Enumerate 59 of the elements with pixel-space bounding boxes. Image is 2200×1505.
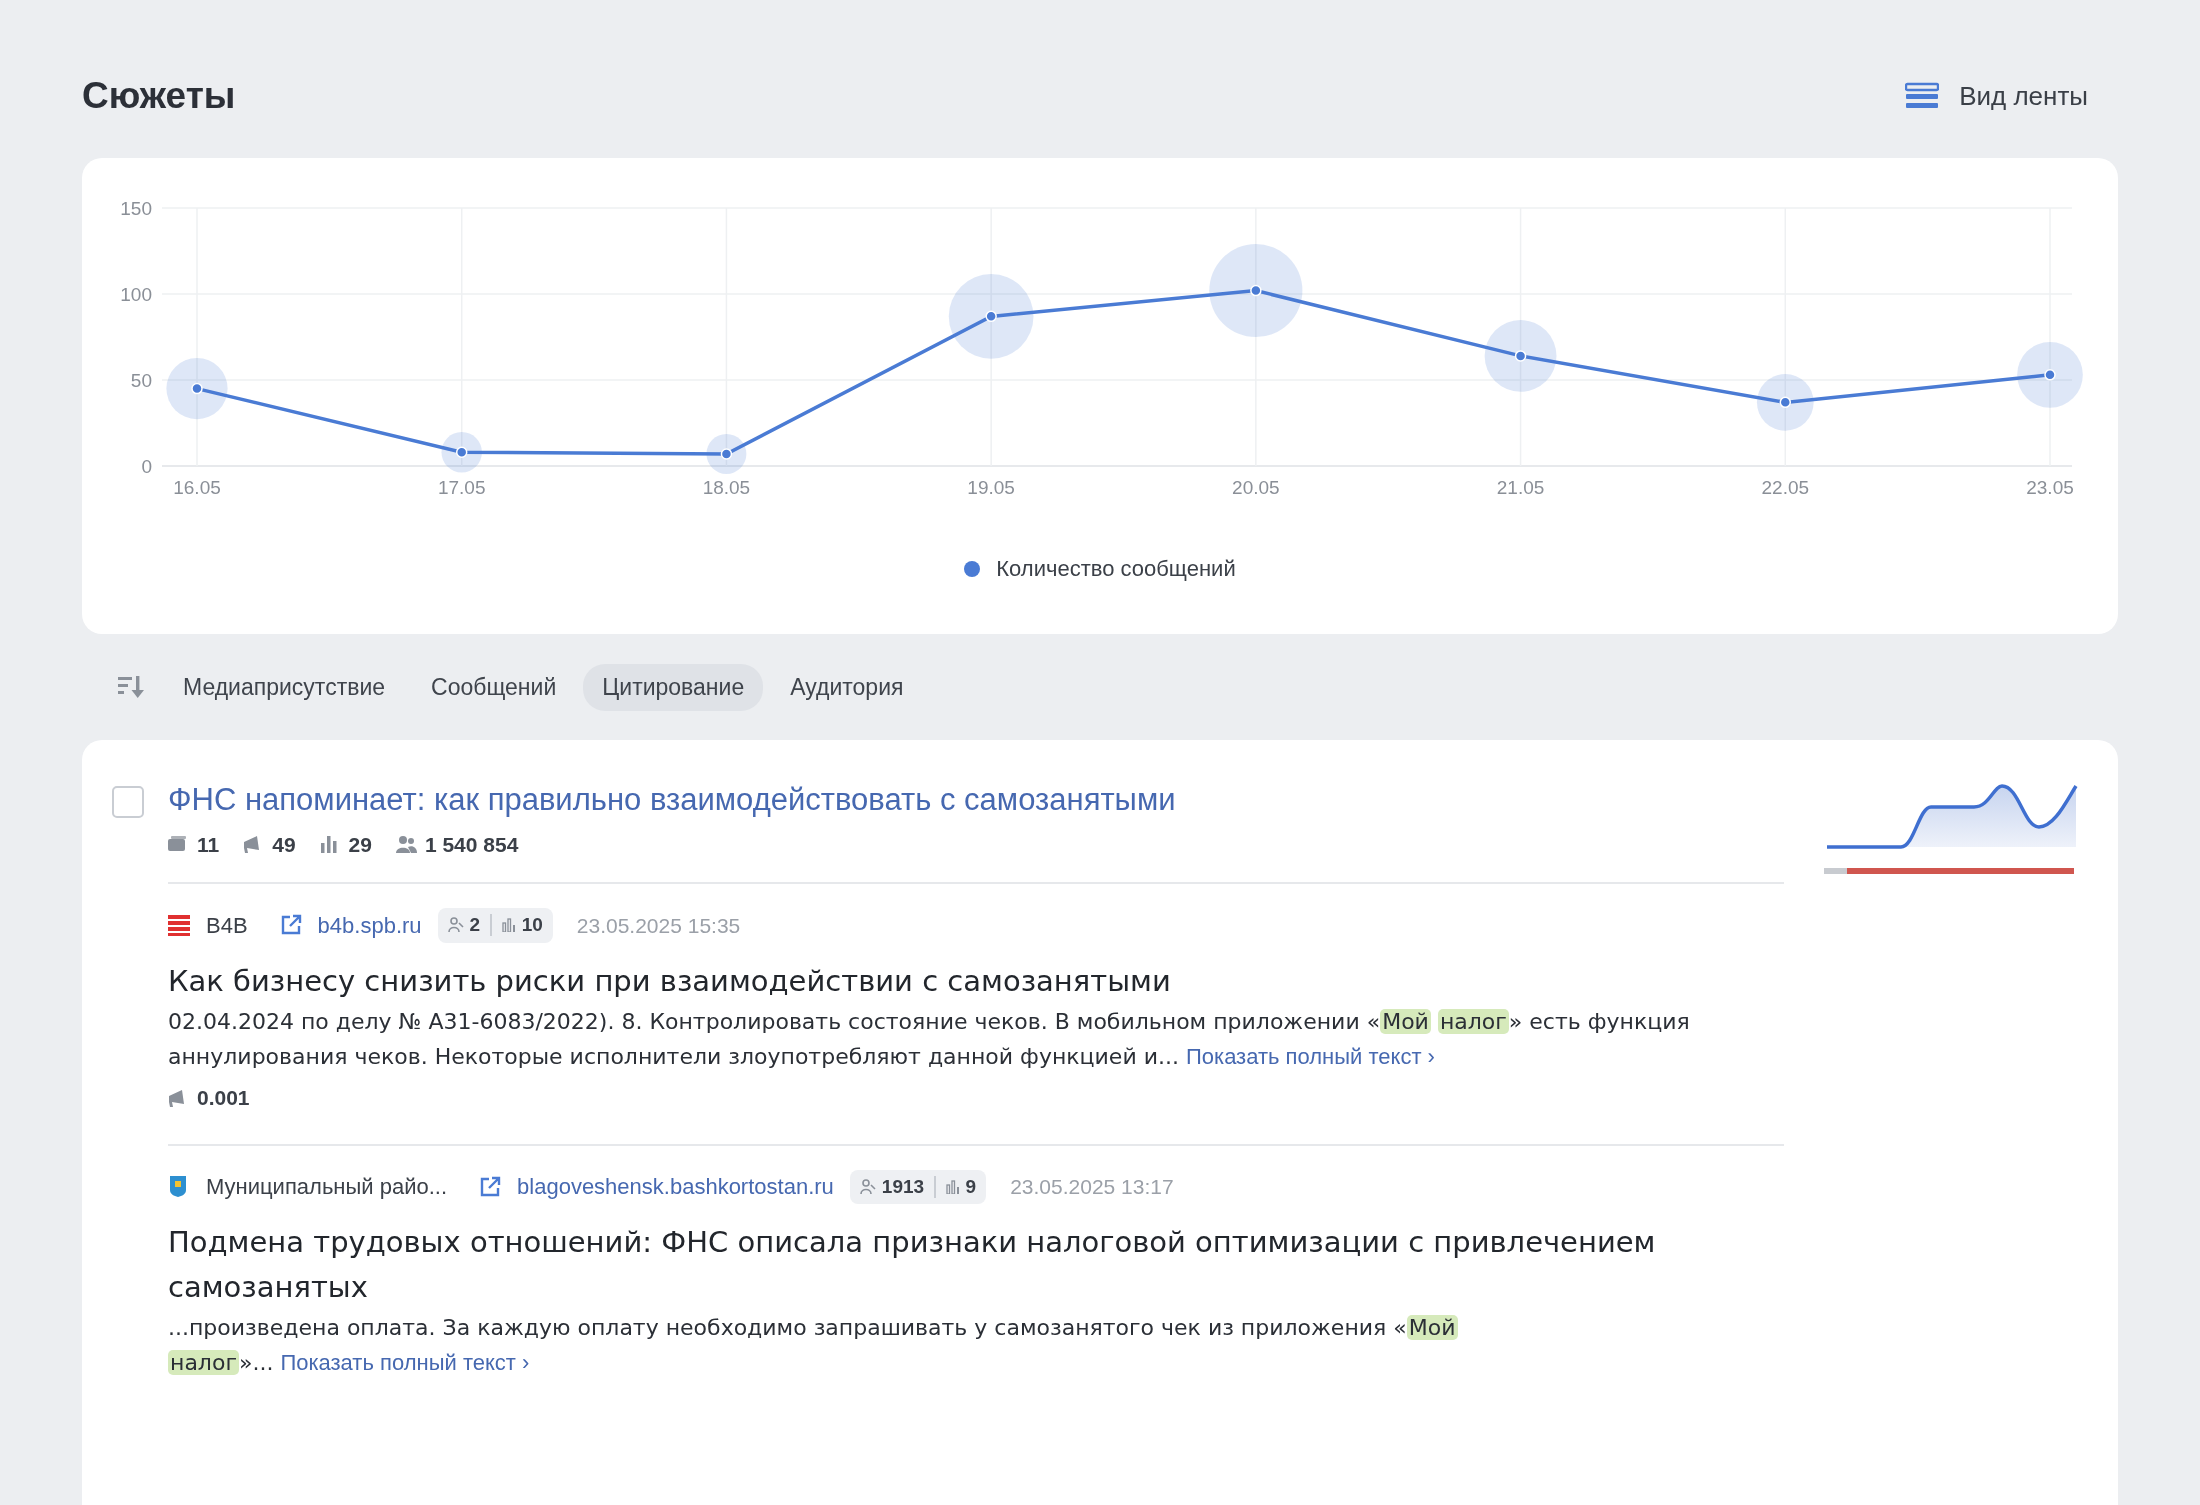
- x-axis-label: 16.05: [173, 477, 221, 499]
- metric-value: 11: [197, 831, 220, 858]
- story-title-link[interactable]: ФНС напоминает: как правильно взаимодействовать с самозанятыми: [168, 782, 1176, 818]
- x-axis-label: 23.05: [2026, 477, 2074, 499]
- people-icon: [395, 834, 417, 855]
- metric-value: 1 540 854: [424, 831, 519, 858]
- source-name: Муниципальный райо...: [206, 1173, 448, 1202]
- metric-value: 29: [348, 831, 372, 858]
- show-full-text-link[interactable]: Показать полный текст ›: [1185, 1043, 1435, 1069]
- data-point: [455, 446, 468, 459]
- article-snippet: ...произведена оплата. За каждую оплату необходимо запрашивать у самозанятого чек из приложения «Мой налог»... Показать полный текст ›: [168, 1313, 1459, 1378]
- data-point: [191, 383, 203, 395]
- x-axis-label: 20.05: [1232, 477, 1280, 499]
- bubble-marker: [166, 358, 228, 420]
- feed-view-button[interactable]: Вид ленты: [1905, 76, 2118, 116]
- y-axis-label: 150: [120, 198, 152, 220]
- sort-tab[interactable]: Медиаприсутствие: [164, 664, 405, 711]
- publish-date: 23.05.2025 13:17: [1010, 1174, 1174, 1200]
- data-point: [1779, 397, 1792, 409]
- stats-badge: 2 10: [437, 908, 553, 943]
- sort-tab[interactable]: Цитирование: [583, 664, 764, 711]
- data-point: [985, 311, 997, 323]
- article-headline: Подмена трудовых отношений: ФНС описала признаки налоговой оптимизации с привлечением самозанятых: [168, 1224, 1657, 1306]
- data-point: [1250, 285, 1262, 297]
- bubble-marker: [441, 432, 482, 473]
- list-icon: [1905, 82, 1940, 111]
- x-axis-label: 21.05: [1496, 477, 1545, 499]
- x-axis-label: 19.05: [967, 477, 1015, 499]
- x-axis-label: 17.05: [437, 477, 486, 499]
- stripes-logo-icon: [168, 913, 190, 937]
- external-link-icon: [279, 914, 302, 937]
- stat-value: 0.001: [197, 1085, 250, 1111]
- external-link-icon: [479, 1175, 502, 1198]
- sort-tab[interactable]: Аудитория: [771, 664, 923, 711]
- y-axis-label: 50: [130, 370, 152, 392]
- data-point: [720, 448, 733, 461]
- article-headline: Как бизнесу снизить риски при взаимодействии с самозанятыми: [168, 962, 1172, 1000]
- x-axis-label: 18.05: [702, 477, 751, 499]
- bubble-marker: [2017, 342, 2083, 409]
- source-name: B4B: [206, 911, 248, 940]
- bubble-marker: [1756, 374, 1814, 432]
- bubble-marker: [706, 434, 747, 475]
- article-snippet: 02.04.2024 по делу № А31-6083/2022). 8. Контролировать состояние чеков. В мобильном приложении «Мой налог» есть функция аннулирования чеков. Некоторые исполнители злоупотребляют данной функцией и... Показать полный текст ›: [168, 1007, 1691, 1071]
- data-point: [2044, 369, 2056, 381]
- y-axis-label: 100: [120, 284, 152, 306]
- sort-tab[interactable]: Сообщений: [412, 664, 576, 711]
- checkbox[interactable]: [112, 786, 144, 819]
- data-point: [1514, 350, 1527, 363]
- publish-date: 23.05.2025 15:35: [576, 912, 741, 939]
- y-axis-label: 0: [141, 456, 152, 478]
- source-link[interactable]: b4b.spb.ru: [279, 908, 422, 942]
- x-axis-label: 22.05: [1761, 477, 1810, 499]
- show-full-text-link[interactable]: Показать полный текст ›: [280, 1350, 530, 1376]
- metric-value: 49: [272, 831, 296, 858]
- source-link[interactable]: blagoveshensk.bashkortostan.ru: [479, 1170, 834, 1204]
- page-title: Сюжеты: [82, 74, 236, 118]
- stats-badge: 1913 9: [849, 1169, 987, 1204]
- legend-label: Количество сообщений: [996, 555, 1236, 584]
- sort-icon: [118, 675, 146, 700]
